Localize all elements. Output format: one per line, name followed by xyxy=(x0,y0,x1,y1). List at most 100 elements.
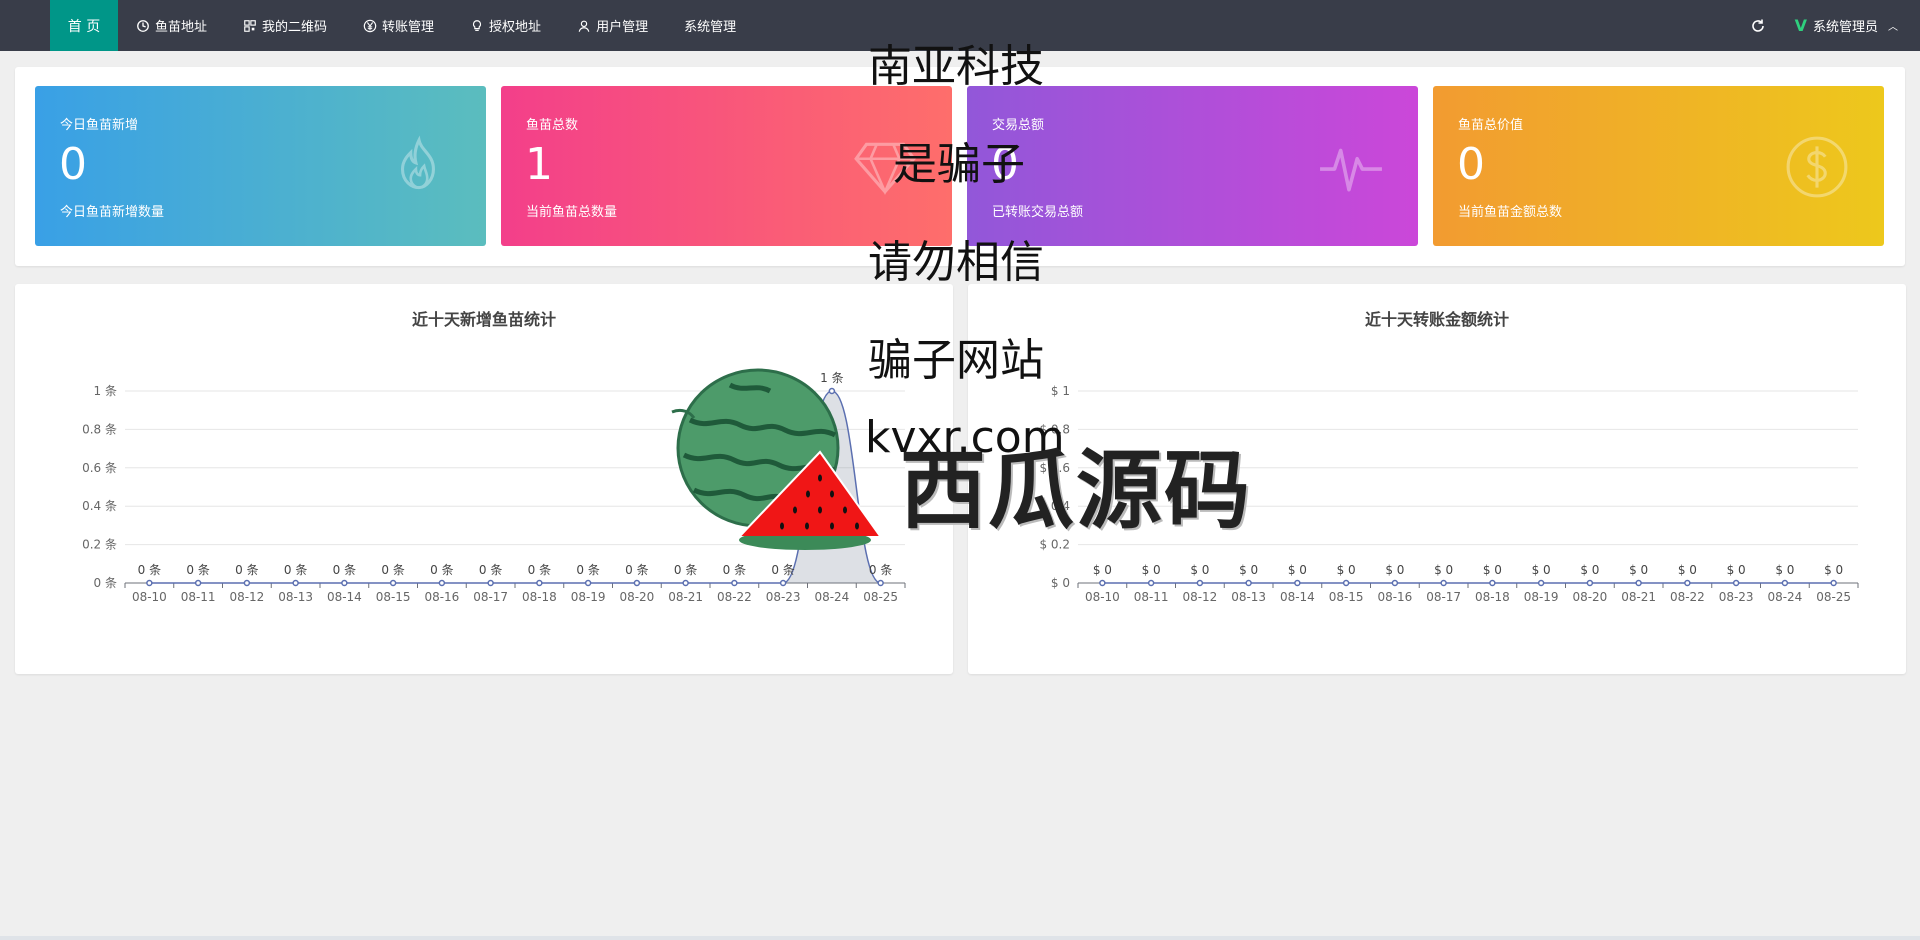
data-label: 0 条 xyxy=(723,563,746,577)
data-label: 0 条 xyxy=(186,563,209,577)
x-tick-label: 08-17 xyxy=(473,590,508,604)
data-label: $ 0 xyxy=(1580,563,1599,577)
stat-sub: 当前鱼苗总数量 xyxy=(526,205,618,220)
x-tick-label: 08-22 xyxy=(1670,590,1705,604)
x-tick-label: 08-15 xyxy=(376,590,411,604)
data-point xyxy=(389,579,397,587)
stat-sub: 当前鱼苗金额总数 xyxy=(1458,205,1563,220)
qrcode-icon xyxy=(244,19,256,32)
x-tick-label: 08-24 xyxy=(1767,590,1802,604)
x-tick-label: 08-22 xyxy=(717,590,752,604)
nav-item-users[interactable]: 用户管理 xyxy=(559,0,666,51)
data-point xyxy=(1781,579,1789,587)
yen-icon xyxy=(363,19,377,32)
data-point xyxy=(682,579,689,587)
data-point xyxy=(633,579,641,587)
x-tick-label: 08-19 xyxy=(1524,590,1559,604)
x-tick-label: 08-20 xyxy=(1572,590,1607,604)
x-tick-label: 08-10 xyxy=(132,590,167,604)
stat-value: 0 xyxy=(1457,139,1485,190)
data-label: 0 条 xyxy=(284,563,307,577)
x-tick-label: 08-21 xyxy=(668,590,703,604)
watermark-line: 请勿相信 xyxy=(868,237,1044,288)
clock-icon xyxy=(137,19,149,32)
data-label: $ 0 xyxy=(1532,563,1551,577)
nav-item-fry-address[interactable]: 鱼苗地址 xyxy=(118,0,225,51)
data-point xyxy=(1732,579,1740,587)
watermark-line: 是骗子 xyxy=(893,139,1025,190)
data-point xyxy=(1635,579,1642,587)
chevron-up-icon: ︿ xyxy=(1888,22,1898,33)
vue-logo-icon: V xyxy=(1794,16,1807,35)
bulb-icon xyxy=(473,19,482,31)
user-menu[interactable]: V 系统管理员 ︿ xyxy=(1795,16,1920,35)
data-label: $ 0 xyxy=(1824,563,1843,577)
data-point xyxy=(1342,579,1350,587)
stat-card-today-new: 今日鱼苗新增 0 今日鱼苗新增数量 xyxy=(35,86,486,246)
data-label: 0 条 xyxy=(869,563,892,577)
data-label: $ 0 xyxy=(1190,563,1209,577)
x-tick-label: 08-17 xyxy=(1426,590,1461,604)
data-label: 0 条 xyxy=(479,563,502,577)
x-tick-label: 08-16 xyxy=(424,590,459,604)
data-point xyxy=(731,579,738,587)
x-tick-label: 08-13 xyxy=(1231,590,1266,604)
data-label: 0 条 xyxy=(430,563,453,577)
pulse-icon xyxy=(1320,148,1382,192)
x-tick-label: 08-10 xyxy=(1085,590,1120,604)
data-label: $ 0 xyxy=(1727,563,1746,577)
nav-item-label: 系统管理 xyxy=(684,20,737,35)
nav-item-transfer[interactable]: 转账管理 xyxy=(345,0,452,51)
x-tick-label: 08-14 xyxy=(1280,590,1315,604)
nav-item-qrcode[interactable]: 我的二维码 xyxy=(225,0,345,51)
data-label: $ 0 xyxy=(1483,563,1502,577)
data-point xyxy=(341,579,348,587)
nav-home[interactable]: 首 页 xyxy=(50,0,118,51)
data-point xyxy=(487,579,494,587)
stat-value: 1 xyxy=(525,139,553,190)
x-tick-label: 08-21 xyxy=(1621,590,1656,604)
data-point xyxy=(1196,579,1204,587)
stat-label: 鱼苗总价值 xyxy=(1458,118,1524,133)
data-point xyxy=(1489,579,1496,587)
x-tick-label: 08-20 xyxy=(619,590,654,604)
data-label: $ 0 xyxy=(1434,563,1453,577)
nav-item-system[interactable]: 系统管理 xyxy=(666,0,754,51)
data-point xyxy=(1537,579,1545,587)
stat-sub: 已转账交易总额 xyxy=(992,205,1084,220)
data-label: 0 条 xyxy=(674,563,697,577)
data-label: $ 0 xyxy=(1142,563,1161,577)
stat-label: 今日鱼苗新增 xyxy=(60,118,139,133)
data-point xyxy=(194,579,202,587)
refresh-button[interactable] xyxy=(1733,0,1783,51)
x-tick-label: 08-11 xyxy=(181,590,216,604)
y-tick-label: $ 0 xyxy=(1051,576,1070,590)
data-point xyxy=(877,579,884,587)
data-label: $ 0 xyxy=(1337,563,1356,577)
x-tick-label: 08-13 xyxy=(278,590,313,604)
stat-card-trade-total: 交易总额 0 已转账交易总额 xyxy=(967,86,1418,246)
data-point xyxy=(1099,579,1106,587)
watermark-line: 南亚科技 xyxy=(868,41,1044,92)
bottom-scrollbar[interactable] xyxy=(0,936,1920,940)
data-label: $ 0 xyxy=(1385,563,1404,577)
user-icon xyxy=(578,20,590,32)
x-tick-label: 08-18 xyxy=(1475,590,1510,604)
x-tick-label: 08-16 xyxy=(1377,590,1412,604)
data-label: 0 条 xyxy=(528,563,551,577)
x-tick-label: 08-12 xyxy=(1182,590,1217,604)
nav-item-label: 授权地址 xyxy=(489,20,542,35)
x-tick-label: 08-23 xyxy=(1719,590,1754,604)
x-tick-label: 08-25 xyxy=(1816,590,1851,604)
data-point xyxy=(243,579,251,587)
x-tick-label: 08-25 xyxy=(863,590,898,604)
data-point xyxy=(1391,579,1399,587)
data-point xyxy=(1684,579,1691,587)
x-tick-label: 08-18 xyxy=(522,590,557,604)
x-tick-label: 08-12 xyxy=(229,590,264,604)
data-label: 0 条 xyxy=(333,563,356,577)
data-point xyxy=(1147,579,1155,587)
nav-item-auth-address[interactable]: 授权地址 xyxy=(452,0,559,51)
refresh-icon xyxy=(1751,19,1764,32)
nav-right: V 系统管理员 ︿ xyxy=(1733,0,1920,51)
